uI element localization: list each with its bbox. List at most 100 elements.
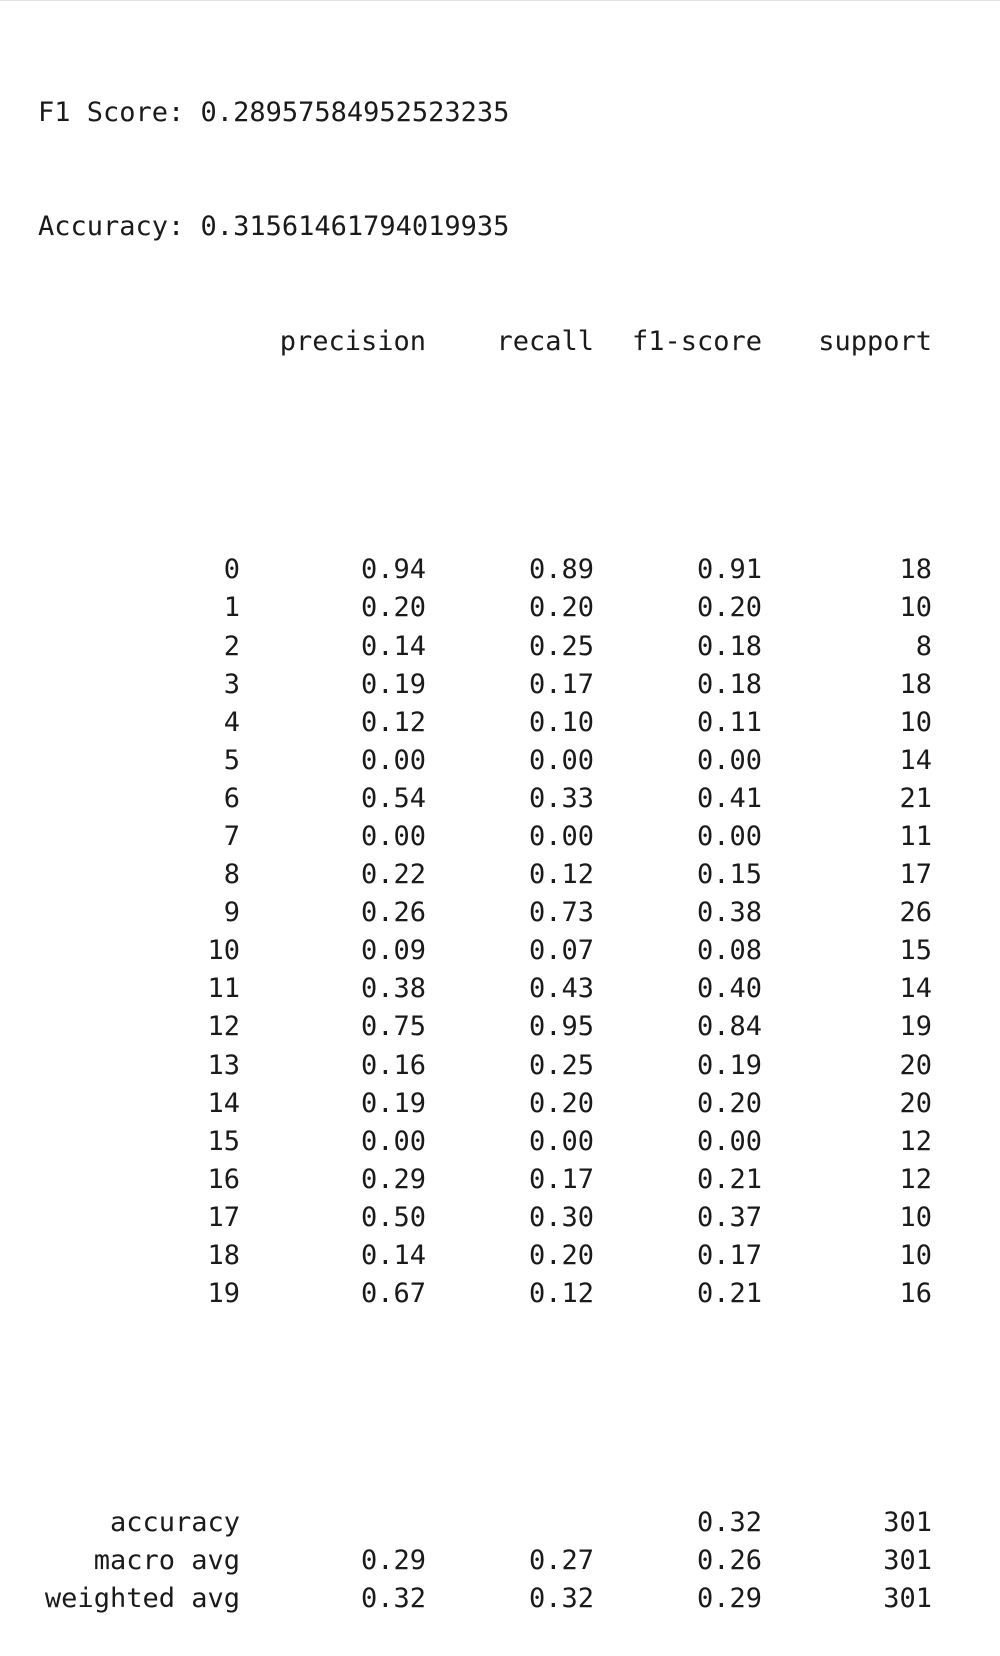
row-recall: 0.17 — [528, 1163, 594, 1195]
row-f1-score: 0.26 — [696, 1544, 762, 1576]
summary-row: accuracy 0.32 301 — [38, 1504, 932, 1542]
row-precision: 0.19 — [360, 1087, 426, 1119]
table-row: 14 0.19 0.20 0.20 20 — [38, 1085, 932, 1123]
row-recall: 0.25 — [528, 1049, 594, 1081]
row-recall: 0.25 — [528, 630, 594, 662]
row-precision: 0.75 — [360, 1011, 426, 1043]
row-label: 17 — [207, 1201, 240, 1233]
table-row: 16 0.29 0.17 0.21 12 — [38, 1161, 932, 1199]
row-label: 19 — [207, 1278, 240, 1310]
row-precision: 0.29 — [360, 1163, 426, 1195]
row-recall: 0.32 — [528, 1582, 594, 1614]
row-label: 9 — [223, 897, 240, 929]
table-row: 9 0.26 0.73 0.38 26 — [38, 894, 932, 932]
summary-row: weighted avg 0.32 0.32 0.29 301 — [38, 1580, 932, 1618]
row-label: macro avg — [93, 1544, 240, 1576]
class-rows: 0 0.94 0.89 0.91 18 1 0.20 0.20 0.20 10 2 0.14 0.25 0… — [38, 551, 932, 1313]
row-recall: 0.07 — [528, 935, 594, 967]
row-support: 14 — [899, 973, 932, 1005]
row-precision: 0.20 — [360, 592, 426, 624]
row-label: 2 — [223, 630, 240, 662]
row-label: 13 — [207, 1049, 240, 1081]
summary-row: macro avg 0.29 0.27 0.26 301 — [38, 1542, 932, 1580]
row-f1-score: 0.21 — [696, 1278, 762, 1310]
header-precision: precision — [279, 325, 426, 357]
row-f1-score: 0.19 — [696, 1049, 762, 1081]
table-row: 19 0.67 0.12 0.21 16 — [38, 1275, 932, 1313]
row-recall: 0.00 — [528, 744, 594, 776]
table-row: 12 0.75 0.95 0.84 19 — [38, 1008, 932, 1046]
row-recall: 0.27 — [528, 1544, 594, 1576]
row-support: 19 — [899, 1011, 932, 1043]
row-recall: 0.12 — [528, 1278, 594, 1310]
row-label: weighted avg — [44, 1582, 240, 1614]
row-label: 14 — [207, 1087, 240, 1119]
row-recall: 0.73 — [528, 897, 594, 929]
row-f1-score: 0.20 — [696, 1087, 762, 1119]
row-f1-score: 0.38 — [696, 897, 762, 929]
row-label: 18 — [207, 1240, 240, 1271]
table-row: 5 0.00 0.00 0.00 14 — [38, 742, 932, 780]
row-recall: 0.30 — [528, 1201, 594, 1233]
row-precision: 0.00 — [360, 1125, 426, 1157]
row-precision: 0.16 — [360, 1049, 426, 1081]
cell-output: F1 Score: 0.28957584952523235 Accuracy: … — [38, 18, 932, 1656]
table-row: 3 0.19 0.17 0.18 18 — [38, 666, 932, 704]
summary-rows: accuracy 0.32 301 macro avg 0.29 0.27 0.26 301 w… — [38, 1504, 932, 1618]
row-f1-score: 0.21 — [696, 1163, 762, 1195]
row-f1-score: 0.32 — [696, 1506, 762, 1538]
row-f1-score: 0.00 — [696, 820, 762, 852]
table-row: 0 0.94 0.89 0.91 18 — [38, 551, 932, 589]
row-precision: 0.14 — [360, 1240, 426, 1271]
row-precision: 0.54 — [360, 782, 426, 814]
row-label: accuracy — [109, 1506, 240, 1538]
row-recall: 0.20 — [528, 1087, 594, 1119]
row-label: 11 — [207, 973, 240, 1005]
row-precision: 0.14 — [360, 630, 426, 662]
row-precision: 0.94 — [360, 554, 426, 586]
table-row: 6 0.54 0.33 0.41 21 — [38, 780, 932, 818]
row-precision: 0.67 — [360, 1278, 426, 1310]
row-support: 20 — [899, 1049, 932, 1081]
row-label: 5 — [223, 744, 240, 776]
row-f1-score: 0.08 — [696, 935, 762, 967]
row-support: 12 — [899, 1125, 932, 1157]
cell-top-border — [0, 0, 1000, 1]
row-support: 15 — [899, 935, 932, 967]
row-f1-score: 0.20 — [696, 592, 762, 624]
row-support: 10 — [899, 706, 932, 738]
row-label: 1 — [223, 592, 240, 624]
row-precision: 0.12 — [360, 706, 426, 738]
row-support: 10 — [899, 592, 932, 624]
row-recall: 0.89 — [528, 554, 594, 586]
row-label: 12 — [207, 1011, 240, 1043]
row-label: 16 — [207, 1163, 240, 1195]
row-f1-score: 0.84 — [696, 1011, 762, 1043]
row-precision: 0.19 — [360, 668, 426, 700]
table-row: 2 0.14 0.25 0.18 8 — [38, 628, 932, 666]
table-row: 15 0.00 0.00 0.00 12 — [38, 1123, 932, 1161]
table-row: 10 0.09 0.07 0.08 15 — [38, 932, 932, 970]
row-support: 17 — [899, 859, 932, 891]
row-label: 6 — [223, 782, 240, 814]
row-support: 12 — [899, 1163, 932, 1195]
row-recall: 0.10 — [528, 706, 594, 738]
row-recall: 0.33 — [528, 782, 594, 814]
table-row: 8 0.22 0.12 0.15 17 — [38, 856, 932, 894]
row-precision: 0.09 — [360, 935, 426, 967]
row-precision: 0.00 — [360, 820, 426, 852]
f1-score-line: F1 Score: 0.28957584952523235 — [38, 97, 510, 129]
row-recall: 0.12 — [528, 859, 594, 891]
row-label: 8 — [223, 859, 240, 891]
row-support: 301 — [883, 1506, 932, 1538]
row-recall: 0.20 — [528, 1240, 594, 1271]
header-recall: recall — [496, 325, 594, 357]
report-header-row: precision recall f1-score support — [38, 323, 932, 361]
table-row: 13 0.16 0.25 0.19 20 — [38, 1047, 932, 1085]
row-precision: 0.29 — [360, 1544, 426, 1576]
table-row: 4 0.12 0.10 0.11 10 — [38, 704, 932, 742]
row-precision: 0.26 — [360, 897, 426, 929]
row-f1-score: 0.17 — [696, 1240, 762, 1271]
row-f1-score: 0.18 — [696, 630, 762, 662]
